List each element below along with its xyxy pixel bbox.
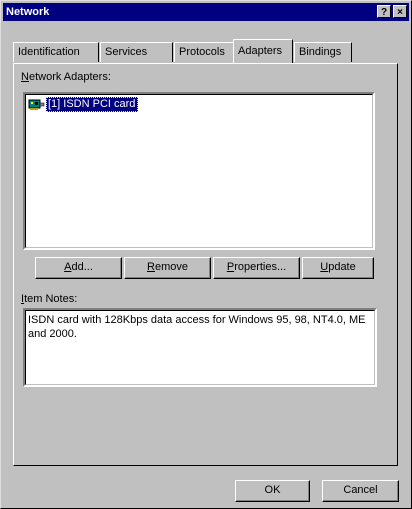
item-notes-text: ISDN card with 128Kbps data access for W…	[28, 314, 366, 340]
tab-identification[interactable]: Identification	[13, 42, 99, 62]
add-button[interactable]: Add...	[35, 257, 122, 279]
item-notes-box: ISDN card with 128Kbps data access for W…	[23, 308, 377, 387]
network-dialog: Network ? × Identification Services Prot…	[0, 0, 412, 509]
network-adapter-icon	[28, 98, 45, 111]
tab-services[interactable]: Services	[100, 42, 173, 62]
cancel-button[interactable]: Cancel	[322, 480, 399, 502]
ok-button[interactable]: OK	[235, 480, 310, 502]
update-button[interactable]: Update	[302, 257, 374, 279]
remove-button[interactable]: Remove	[124, 257, 211, 279]
properties-button[interactable]: Properties...	[213, 257, 300, 279]
tab-protocols[interactable]: Protocols	[174, 42, 234, 62]
network-adapters-label: Network Adapters:	[21, 71, 111, 83]
item-notes-label: Item Notes:	[21, 293, 78, 305]
adapter-label: [1] ISDN PCI card	[46, 97, 139, 112]
list-item[interactable]: [1] ISDN PCI card	[28, 97, 139, 112]
help-button[interactable]: ?	[377, 5, 391, 18]
close-button[interactable]: ×	[393, 5, 407, 18]
title-bar[interactable]: Network ? ×	[3, 3, 409, 21]
window-title: Network	[6, 6, 50, 18]
tab-bindings[interactable]: Bindings	[294, 42, 352, 62]
network-adapters-list[interactable]: [1] ISDN PCI card	[23, 92, 375, 250]
adapters-panel: Network Adapters: [1] ISDN PCI card Add.…	[13, 63, 398, 466]
tab-adapters[interactable]: Adapters	[233, 39, 293, 63]
